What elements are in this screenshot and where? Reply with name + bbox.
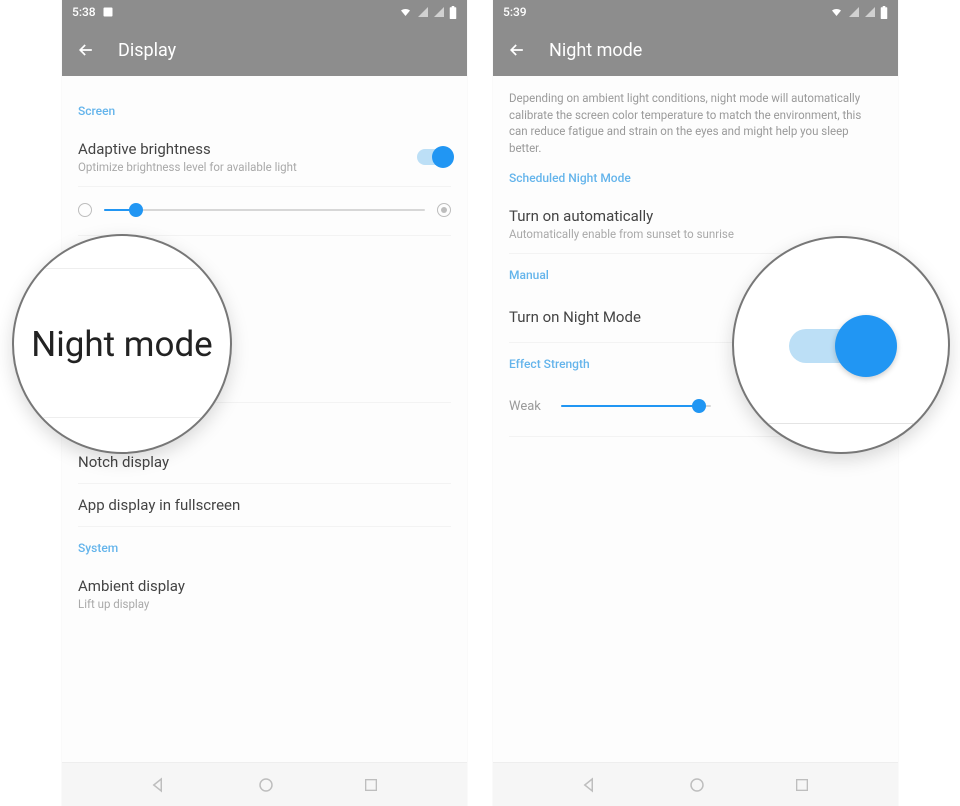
app-fullscreen-title: App display in fullscreen (78, 496, 451, 514)
app-fullscreen-row[interactable]: App display in fullscreen (78, 484, 451, 527)
section-scheduled: Scheduled Night Mode (509, 171, 882, 185)
battery-icon (449, 6, 457, 19)
nav-home-icon[interactable] (688, 776, 706, 794)
nav-home-icon[interactable] (257, 776, 275, 794)
section-screen: Screen (78, 104, 451, 118)
turn-on-night-mode-title: Turn on Night Mode (509, 308, 641, 326)
effect-weak-label: Weak (509, 399, 547, 414)
turn-on-auto-title: Turn on automatically (509, 207, 882, 225)
status-bar: 5:38 (62, 0, 467, 24)
night-mode-description: Depending on ambient light conditions, n… (509, 90, 882, 157)
photo-icon (102, 6, 114, 18)
brightness-slider[interactable] (104, 209, 425, 211)
battery-icon (880, 6, 888, 19)
callout-night-mode-label: Night mode (31, 324, 213, 365)
ambient-display-sub: Lift up display (78, 597, 451, 611)
wifi-icon (398, 6, 413, 18)
adaptive-brightness-toggle[interactable] (417, 149, 451, 165)
brightness-auto-icon (437, 203, 451, 217)
nav-recent-icon[interactable] (794, 777, 810, 793)
brightness-slider-row[interactable] (78, 187, 451, 236)
adaptive-brightness-sub: Optimize brightness level for available … (78, 160, 297, 174)
effect-strength-slider[interactable] (561, 405, 711, 407)
ambient-display-row[interactable]: Ambient display Lift up display (78, 565, 451, 623)
ambient-display-title: Ambient display (78, 577, 451, 595)
status-time: 5:38 (72, 5, 96, 19)
back-icon[interactable] (76, 40, 96, 60)
signal-icon (848, 6, 860, 18)
signal-icon (417, 6, 429, 18)
signal-icon-2 (864, 6, 876, 18)
signal-icon-2 (433, 6, 445, 18)
nav-back-icon[interactable] (150, 776, 168, 794)
nav-bar (493, 762, 898, 806)
nav-back-icon[interactable] (581, 776, 599, 794)
page-title: Night mode (549, 40, 642, 61)
callout-night-mode-toggle[interactable] (789, 321, 893, 369)
brightness-low-icon (78, 203, 92, 217)
app-bar: Night mode (493, 24, 898, 76)
nav-bar (62, 762, 467, 806)
callout-night-mode-text: Night mode (12, 234, 232, 454)
notch-display-title: Notch display (78, 453, 451, 471)
adaptive-brightness-row[interactable]: Adaptive brightness Optimize brightness … (78, 128, 451, 187)
app-bar: Display (62, 24, 467, 76)
back-icon[interactable] (507, 40, 527, 60)
nav-recent-icon[interactable] (363, 777, 379, 793)
status-bar: 5:39 (493, 0, 898, 24)
callout-toggle (732, 236, 950, 454)
wifi-icon (829, 6, 844, 18)
section-system: System (78, 541, 451, 555)
status-time: 5:39 (503, 5, 527, 19)
adaptive-brightness-title: Adaptive brightness (78, 140, 297, 158)
page-title: Display (118, 40, 176, 61)
